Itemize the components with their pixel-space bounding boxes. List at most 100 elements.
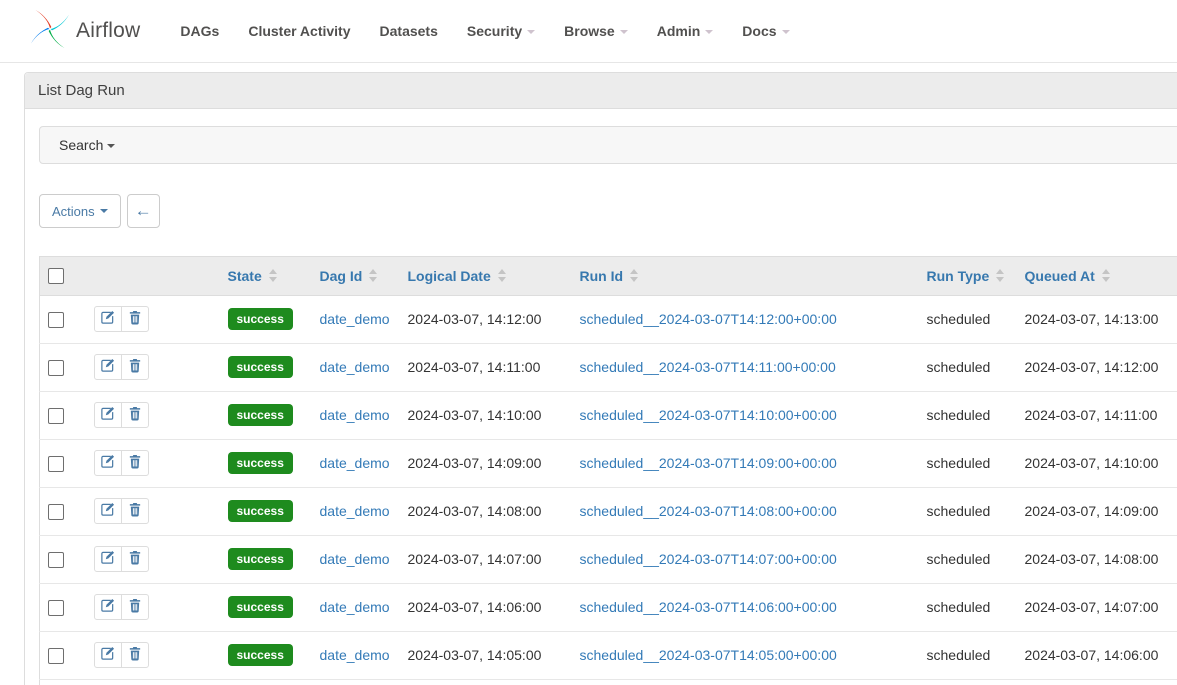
run-id-link[interactable]: scheduled__2024-03-07T14:06:00+00:00 bbox=[580, 599, 837, 615]
nav-item-cluster-activity[interactable]: Cluster Activity bbox=[248, 23, 350, 39]
status-badge: success bbox=[228, 308, 293, 330]
row-checkbox[interactable] bbox=[48, 456, 64, 472]
back-button[interactable]: ← bbox=[127, 194, 160, 228]
dag-id-link[interactable]: date_demo bbox=[320, 503, 390, 519]
row-checkbox[interactable] bbox=[48, 552, 64, 568]
column-header-run-type[interactable]: Run Type bbox=[919, 257, 1017, 296]
logical-date-cell: 2024-03-07, 14:05:00 bbox=[400, 632, 572, 680]
delete-record-button[interactable] bbox=[121, 642, 149, 668]
column-header-logical-date[interactable]: Logical Date bbox=[400, 257, 572, 296]
trash-icon bbox=[128, 646, 142, 664]
column-header-dag-id[interactable]: Dag Id bbox=[312, 257, 400, 296]
dag-run-table: State Dag Id Logical Date Run Id Run Typ… bbox=[39, 256, 1177, 685]
select-all-checkbox[interactable] bbox=[48, 268, 64, 284]
nav-item-datasets[interactable]: Datasets bbox=[380, 23, 438, 39]
airflow-home-link[interactable]: Airflow bbox=[29, 8, 140, 55]
column-header-queued-at[interactable]: Queued At bbox=[1017, 257, 1177, 296]
run-id-cell: scheduled__2024-03-07T14:05:00+00:00 bbox=[572, 632, 919, 680]
run-id-cell: scheduled__2024-03-07T14:06:00+00:00 bbox=[572, 584, 919, 632]
edit-record-button[interactable] bbox=[94, 450, 122, 476]
trash-icon bbox=[128, 598, 142, 616]
sort-icon[interactable] bbox=[630, 269, 639, 282]
delete-record-button[interactable] bbox=[121, 498, 149, 524]
row-checkbox[interactable] bbox=[48, 360, 64, 376]
trash-icon bbox=[128, 358, 142, 376]
dag-id-cell: date_demo bbox=[312, 296, 400, 344]
queued-at-cell: 2024-03-07, 14:06:00 bbox=[1017, 632, 1177, 680]
nav-item-browse[interactable]: Browse bbox=[564, 23, 628, 39]
back-arrow-icon: ← bbox=[135, 201, 152, 221]
delete-record-button[interactable] bbox=[121, 354, 149, 380]
delete-record-button[interactable] bbox=[121, 450, 149, 476]
state-cell: success bbox=[220, 296, 312, 344]
edit-record-button[interactable] bbox=[94, 594, 122, 620]
select-cell bbox=[40, 392, 86, 440]
dag-id-link[interactable]: date_demo bbox=[320, 311, 390, 327]
select-cell bbox=[40, 584, 86, 632]
state-cell: success bbox=[220, 344, 312, 392]
column-header-run-id[interactable]: Run Id bbox=[572, 257, 919, 296]
row-actions-cell bbox=[86, 680, 220, 685]
table-row: success date_demo 2024-03-07, 14:06:00 s… bbox=[40, 584, 1177, 632]
brand-label: Airflow bbox=[76, 19, 140, 43]
run-id-link[interactable]: scheduled__2024-03-07T14:05:00+00:00 bbox=[580, 647, 837, 663]
dag-id-link[interactable]: date_demo bbox=[320, 407, 390, 423]
logical-date-cell: 2024-03-07, 14:08:00 bbox=[400, 488, 572, 536]
page-title: List Dag Run bbox=[25, 73, 1177, 109]
dag-id-cell: date_demo bbox=[312, 488, 400, 536]
run-id-link[interactable]: scheduled__2024-03-07T14:11:00+00:00 bbox=[580, 359, 836, 375]
sort-icon[interactable] bbox=[996, 269, 1005, 282]
edit-record-button[interactable] bbox=[94, 354, 122, 380]
dag-id-cell: date_demo bbox=[312, 440, 400, 488]
delete-record-button[interactable] bbox=[121, 402, 149, 428]
sort-icon[interactable] bbox=[369, 269, 378, 282]
nav-item-dags[interactable]: DAGs bbox=[180, 23, 219, 39]
row-actions-cell bbox=[86, 536, 220, 584]
run-id-link[interactable]: scheduled__2024-03-07T14:07:00+00:00 bbox=[580, 551, 837, 567]
row-checkbox[interactable] bbox=[48, 504, 64, 520]
nav-item-admin[interactable]: Admin bbox=[657, 23, 714, 39]
run-id-link[interactable]: scheduled__2024-03-07T14:09:00+00:00 bbox=[580, 455, 837, 471]
edit-record-button[interactable] bbox=[94, 546, 122, 572]
table-row: success date_demo 2024-03-07, 14:04:00 s… bbox=[40, 680, 1177, 685]
dag-id-link[interactable]: date_demo bbox=[320, 647, 390, 663]
dag-id-link[interactable]: date_demo bbox=[320, 599, 390, 615]
row-checkbox[interactable] bbox=[48, 648, 64, 664]
delete-record-button[interactable] bbox=[121, 594, 149, 620]
chevron-down-icon bbox=[705, 30, 713, 34]
run-id-link[interactable]: scheduled__2024-03-07T14:12:00+00:00 bbox=[580, 311, 837, 327]
row-actions-cell bbox=[86, 296, 220, 344]
run-type-cell: scheduled bbox=[919, 296, 1017, 344]
edit-pencil-icon bbox=[100, 502, 115, 520]
delete-record-button[interactable] bbox=[121, 306, 149, 332]
state-cell: success bbox=[220, 680, 312, 685]
dag-id-link[interactable]: date_demo bbox=[320, 359, 390, 375]
edit-record-button[interactable] bbox=[94, 402, 122, 428]
table-row: success date_demo 2024-03-07, 14:05:00 s… bbox=[40, 632, 1177, 680]
state-cell: success bbox=[220, 440, 312, 488]
nav-item-security[interactable]: Security bbox=[467, 23, 535, 39]
nav-item-docs[interactable]: Docs bbox=[742, 23, 789, 39]
sort-icon[interactable] bbox=[269, 269, 278, 282]
trash-icon bbox=[128, 454, 142, 472]
actions-dropdown-button[interactable]: Actions bbox=[39, 194, 121, 228]
status-badge: success bbox=[228, 500, 293, 522]
row-checkbox[interactable] bbox=[48, 408, 64, 424]
edit-record-button[interactable] bbox=[94, 642, 122, 668]
sort-icon[interactable] bbox=[1102, 269, 1111, 282]
edit-record-button[interactable] bbox=[94, 306, 122, 332]
logical-date-cell: 2024-03-07, 14:07:00 bbox=[400, 536, 572, 584]
run-id-link[interactable]: scheduled__2024-03-07T14:08:00+00:00 bbox=[580, 503, 837, 519]
column-header-state[interactable]: State bbox=[220, 257, 312, 296]
run-id-link[interactable]: scheduled__2024-03-07T14:10:00+00:00 bbox=[580, 407, 837, 423]
sort-icon[interactable] bbox=[498, 269, 507, 282]
search-collapse-toggle[interactable]: Search bbox=[39, 126, 1177, 164]
row-checkbox[interactable] bbox=[48, 312, 64, 328]
select-cell bbox=[40, 296, 86, 344]
row-checkbox[interactable] bbox=[48, 600, 64, 616]
queued-at-cell: 2024-03-07, 14:07:00 bbox=[1017, 584, 1177, 632]
dag-id-link[interactable]: date_demo bbox=[320, 455, 390, 471]
delete-record-button[interactable] bbox=[121, 546, 149, 572]
dag-id-link[interactable]: date_demo bbox=[320, 551, 390, 567]
edit-record-button[interactable] bbox=[94, 498, 122, 524]
